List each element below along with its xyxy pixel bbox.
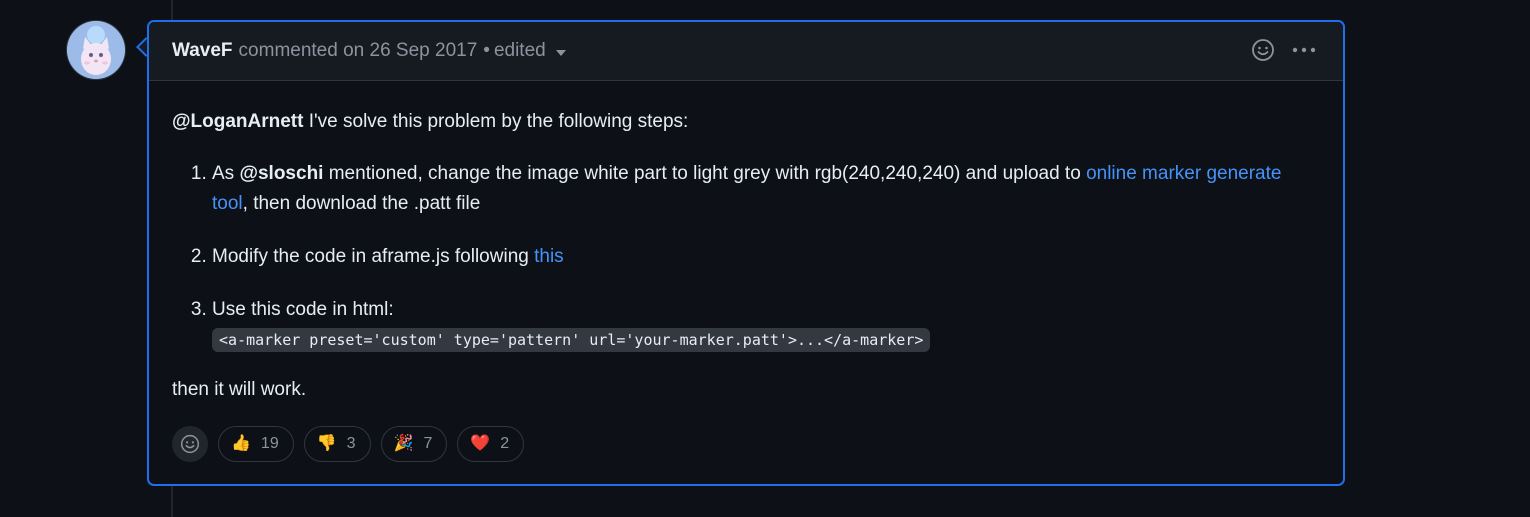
code-snippet: <a-marker preset='custom' type='pattern'…: [212, 328, 931, 352]
steps-list: As @sloschi mentioned, change the image …: [172, 159, 1320, 355]
step-text: , then download the .patt file: [242, 193, 481, 214]
thumbs-up-icon: 👍: [231, 435, 251, 452]
add-reaction-button[interactable]: [172, 426, 208, 462]
reaction-count: 2: [500, 435, 510, 452]
comment-header: WaveF commented on 26 Sep 2017 • edited: [149, 22, 1343, 81]
step-text: Modify the code in aframe.js following: [212, 246, 535, 267]
reaction-count: 7: [423, 435, 433, 452]
smiley-icon[interactable]: [1251, 38, 1275, 68]
outro-paragraph: then it will work.: [172, 379, 307, 400]
comment-timestamp[interactable]: commented on 26 Sep 2017: [239, 40, 478, 62]
separator: •: [483, 40, 490, 61]
reaction-thumbs-down[interactable]: 👎 3: [303, 426, 371, 462]
reaction-heart[interactable]: ❤️ 2: [457, 426, 525, 462]
list-item: Modify the code in aframe.js following t…: [212, 242, 1320, 272]
intro-text: I've solve this problem by the following…: [303, 111, 689, 132]
reaction-thumbs-up[interactable]: 👍 19: [218, 426, 294, 462]
party-popper-icon: 🎉: [393, 435, 414, 452]
step-text: As: [212, 163, 240, 184]
step-text: mentioned, change the image white part t…: [323, 163, 1087, 184]
mention-sloschi[interactable]: @sloschi: [239, 163, 323, 184]
step-text: Use this code in html:: [212, 299, 394, 320]
chevron-down-icon[interactable]: [555, 49, 566, 56]
reaction-count: 3: [346, 435, 356, 452]
mention-loganarnett[interactable]: @LoganArnett: [172, 111, 303, 132]
list-item: As @sloschi mentioned, change the image …: [212, 159, 1320, 219]
thumbs-down-icon: 👎: [316, 435, 337, 452]
comment-box: WaveF commented on 26 Sep 2017 • edited: [147, 20, 1345, 486]
this-link[interactable]: this: [534, 246, 564, 267]
reactions-bar: 👍 19 👎 3 🎉 7 ❤️ 2: [172, 426, 525, 462]
smiley-icon: [180, 434, 200, 454]
heart-icon: ❤️: [470, 435, 491, 452]
author-link[interactable]: WaveF: [172, 40, 233, 62]
comment-body: @LoganArnett I've solve this problem by …: [149, 81, 1343, 405]
edited-dropdown[interactable]: edited: [494, 40, 546, 62]
kebab-menu-icon[interactable]: [1291, 38, 1317, 68]
reaction-count: 19: [260, 435, 279, 452]
list-item: Use this code in html: <a-marker preset=…: [212, 295, 1320, 355]
reaction-hooray[interactable]: 🎉 7: [380, 426, 448, 462]
avatar[interactable]: [67, 21, 125, 79]
intro-paragraph: @LoganArnett I've solve this problem by …: [172, 107, 1320, 137]
